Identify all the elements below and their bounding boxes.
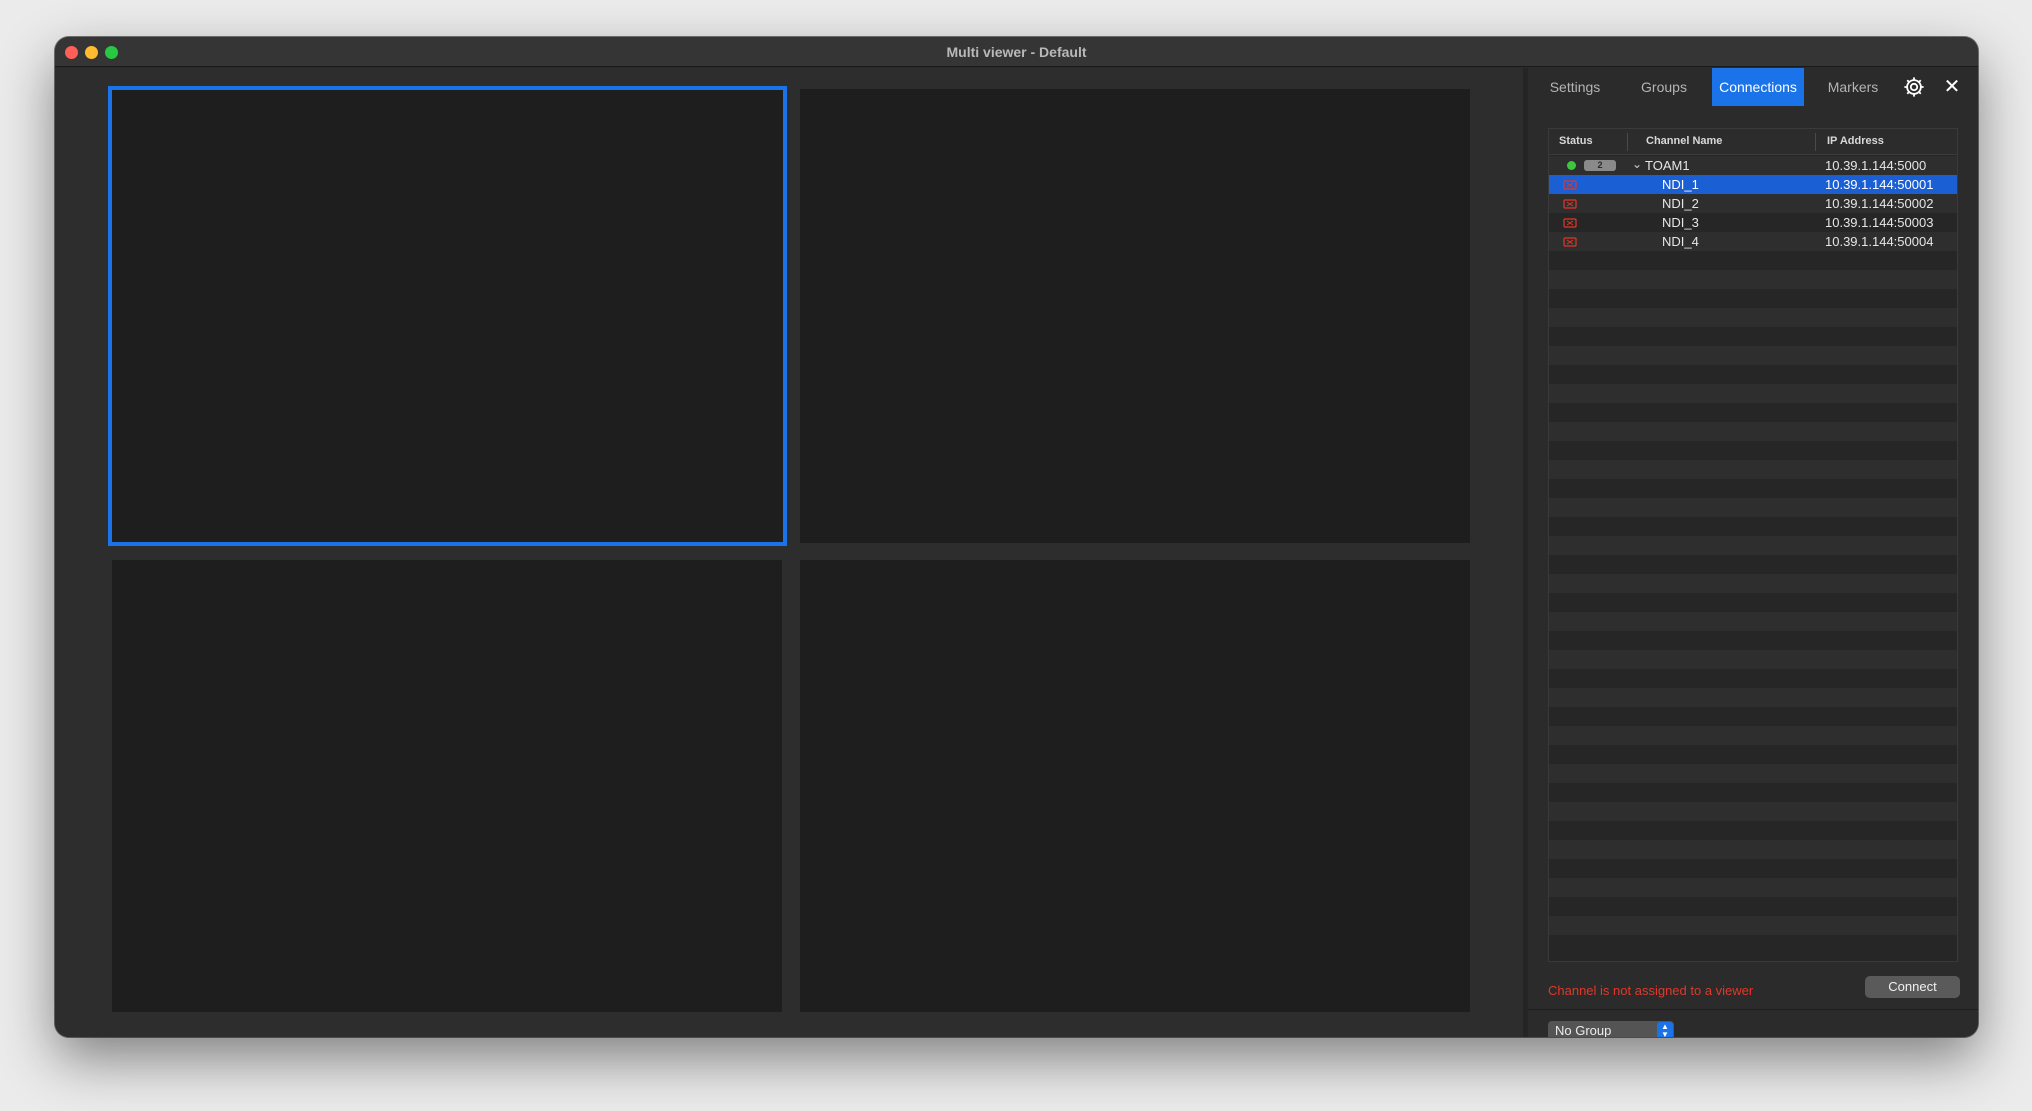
channel-ip: 10.39.1.144:50001 — [1825, 177, 1934, 192]
empty-row — [1549, 688, 1957, 707]
green-dot-icon — [1567, 161, 1576, 170]
table-row[interactable]: NDI_2 10.39.1.144:50002 — [1549, 194, 1957, 213]
table-row[interactable]: NDI_4 10.39.1.144:50004 — [1549, 232, 1957, 251]
column-separator[interactable] — [1627, 133, 1628, 151]
empty-row — [1549, 422, 1957, 441]
viewer-4[interactable] — [800, 560, 1470, 1012]
group-ip: 10.39.1.144:5000 — [1825, 158, 1927, 173]
red-channel-icon — [1563, 199, 1577, 209]
group-select[interactable]: No Group ▲ ▼ — [1548, 1021, 1674, 1037]
viewer-2[interactable] — [800, 89, 1470, 543]
connections-panel: Settings Groups Connections Markers ✕ St… — [1528, 68, 1978, 1037]
channel-ip: 10.39.1.144:50003 — [1825, 215, 1934, 230]
chevron-down-icon[interactable]: ⌄ — [1632, 157, 1642, 171]
panel-divider — [1528, 1009, 1978, 1010]
tab-groups[interactable]: Groups — [1628, 68, 1700, 106]
red-channel-icon — [1563, 237, 1577, 247]
empty-row — [1549, 935, 1957, 954]
column-header-status[interactable]: Status — [1559, 135, 1593, 147]
empty-row — [1549, 574, 1957, 593]
column-header-ip-address[interactable]: IP Address — [1827, 135, 1884, 147]
connections-table: Status Channel Name IP Address 2 ⌄ TOAM1… — [1548, 128, 1958, 962]
empty-row — [1549, 726, 1957, 745]
empty-row — [1549, 251, 1957, 270]
red-channel-icon — [1563, 218, 1577, 228]
gear-icon[interactable] — [1903, 76, 1925, 98]
viewer-3[interactable] — [112, 560, 782, 1012]
window-title: Multi viewer - Default — [946, 44, 1087, 60]
empty-row — [1549, 460, 1957, 479]
table-row[interactable]: NDI_1 10.39.1.144:50001 — [1549, 175, 1957, 194]
group-name: TOAM1 — [1645, 158, 1690, 173]
empty-row — [1549, 631, 1957, 650]
empty-row — [1549, 555, 1957, 574]
table-body: 2 ⌄ TOAM1 10.39.1.144:5000 NDI_1 10.39.1… — [1549, 156, 1957, 954]
empty-row — [1549, 498, 1957, 517]
channel-name: NDI_3 — [1662, 215, 1699, 230]
select-arrows-icon: ▲ ▼ — [1657, 1022, 1673, 1037]
channel-name: NDI_2 — [1662, 196, 1699, 211]
empty-row — [1549, 441, 1957, 460]
empty-row — [1549, 384, 1957, 403]
red-channel-icon — [1563, 180, 1577, 190]
channel-ip: 10.39.1.144:50004 — [1825, 234, 1934, 249]
channel-name: NDI_1 — [1662, 177, 1699, 192]
tab-connections[interactable]: Connections — [1712, 68, 1804, 106]
tab-markers[interactable]: Markers — [1816, 68, 1890, 106]
status-message: Channel is not assigned to a viewer — [1548, 983, 1754, 998]
empty-row — [1549, 802, 1957, 821]
empty-row — [1549, 346, 1957, 365]
title-bar: Multi viewer - Default — [55, 37, 1978, 67]
empty-row — [1549, 365, 1957, 384]
empty-row — [1549, 308, 1957, 327]
viewer-grid — [55, 68, 1523, 1037]
empty-row — [1549, 897, 1957, 916]
empty-row — [1549, 878, 1957, 897]
connect-button[interactable]: Connect — [1865, 976, 1960, 998]
column-separator[interactable] — [1815, 133, 1816, 151]
empty-row — [1549, 327, 1957, 346]
empty-row — [1549, 612, 1957, 631]
table-row[interactable]: NDI_3 10.39.1.144:50003 — [1549, 213, 1957, 232]
viewer-1[interactable] — [108, 86, 787, 546]
empty-row — [1549, 859, 1957, 878]
channel-ip: 10.39.1.144:50002 — [1825, 196, 1934, 211]
group-row-toam1[interactable]: 2 ⌄ TOAM1 10.39.1.144:5000 — [1549, 156, 1957, 175]
empty-row — [1549, 536, 1957, 555]
empty-row — [1549, 403, 1957, 422]
channel-name: NDI_4 — [1662, 234, 1699, 249]
tab-settings[interactable]: Settings — [1540, 68, 1610, 106]
table-header: Status Channel Name IP Address — [1549, 129, 1957, 155]
empty-row — [1549, 916, 1957, 935]
empty-row — [1549, 289, 1957, 308]
channel-count-badge: 2 — [1584, 160, 1616, 171]
group-select-value: No Group — [1555, 1023, 1612, 1037]
empty-row — [1549, 479, 1957, 498]
empty-row — [1549, 707, 1957, 726]
empty-row — [1549, 821, 1957, 840]
empty-row — [1549, 650, 1957, 669]
empty-row — [1549, 783, 1957, 802]
column-header-channel-name[interactable]: Channel Name — [1646, 135, 1722, 147]
empty-row — [1549, 270, 1957, 289]
app-window: Multi viewer - Default Settings Groups C… — [55, 37, 1978, 1037]
empty-row — [1549, 669, 1957, 688]
close-icon[interactable]: ✕ — [1940, 75, 1964, 99]
empty-row — [1549, 840, 1957, 859]
empty-row — [1549, 593, 1957, 612]
empty-row — [1549, 745, 1957, 764]
empty-row — [1549, 764, 1957, 783]
panel-tabs: Settings Groups Connections Markers ✕ — [1528, 68, 1978, 106]
empty-row — [1549, 517, 1957, 536]
